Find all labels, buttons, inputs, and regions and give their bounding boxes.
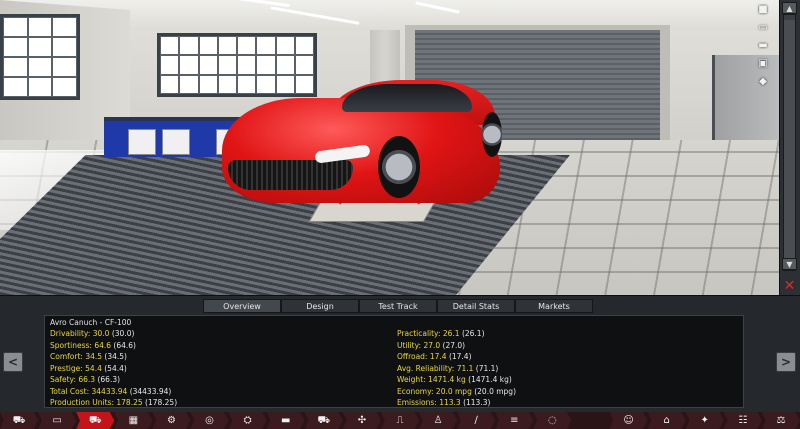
tab-overview[interactable]: Overview	[203, 299, 281, 313]
stat-sportiness: Sportiness: 64.6 (64.6)	[50, 340, 136, 350]
wheels-icon[interactable]: ◎	[190, 412, 229, 429]
dark-segment	[571, 412, 610, 429]
stat-prestige: Prestige: 54.4 (54.4)	[50, 363, 127, 373]
stat-production-units: Production Units: 178.25 (178.25)	[50, 398, 178, 407]
factory-icon[interactable]: ⌂	[647, 412, 686, 429]
rear-wheel	[482, 112, 502, 157]
seat-icon[interactable]: ♙	[419, 412, 458, 429]
stat-comfort: Comfort: 34.5 (34.5)	[50, 352, 127, 361]
chassis-icon[interactable]: ▭	[38, 412, 77, 429]
stat-safety: Safety: 66.3 (66.3)	[50, 375, 121, 384]
suspension-icon[interactable]: ⛭	[228, 412, 267, 429]
front-wheel	[378, 136, 420, 198]
stat-weight: Weight: 1471.4 kg (1471.4 kg)	[397, 375, 512, 384]
rear-window	[157, 33, 317, 97]
steering-icon[interactable]: ✣	[342, 412, 381, 429]
market-icon[interactable]: ☷	[723, 412, 762, 429]
stat-utility: Utility: 27.0 (27.0)	[397, 340, 466, 350]
tuning-icon[interactable]: ≡	[495, 412, 534, 429]
car-name: Avro Canuch - CF-100	[50, 318, 132, 327]
stats-left-column: Drivability: 30.0 (30.0) Sportiness: 64.…	[50, 328, 177, 409]
engineer-icon[interactable]: ☺	[609, 412, 648, 429]
next-button[interactable]: >	[776, 352, 796, 372]
car-body-icon[interactable]: ⛟	[304, 412, 343, 429]
previous-button[interactable]: <	[3, 352, 23, 372]
test-track-icon[interactable]: ◌	[533, 412, 572, 429]
zoom-scroll-thumb[interactable]	[784, 20, 795, 260]
truck-icon[interactable]: ⛟	[0, 412, 39, 429]
stats-right-column: Practicality: 26.1 (26.1) Utility: 27.0 …	[397, 328, 516, 409]
scroll-down-button[interactable]: ▼	[782, 258, 797, 270]
car-front-icon[interactable]: ▭	[752, 22, 774, 34]
car-angle-icon[interactable]: ◆	[752, 76, 774, 88]
bottom-menu-bar: ⛟ ▭ ⛟ ▦ ⚙ ◎ ⛭ ▬ ⛟ ✣ ⎍ ♙ ∕ ≡ ◌ ☺ ⌂ ✦ ☷ ⚖	[0, 412, 800, 429]
tab-design[interactable]: Design	[281, 299, 359, 313]
stat-offroad: Offroad: 17.4 (17.4)	[397, 352, 472, 361]
engine-block-icon[interactable]: ▦	[114, 412, 153, 429]
tab-markets[interactable]: Markets	[515, 299, 593, 313]
tab-test-track[interactable]: Test Track	[359, 299, 437, 313]
gears-icon[interactable]: ✦	[685, 412, 724, 429]
car-top-icon[interactable]: ▣	[752, 58, 774, 70]
camera-view-toolbar: ■ ▭ ▬ ▣ ◆	[752, 4, 778, 94]
interior-icon[interactable]: ⎍	[380, 412, 420, 429]
left-window	[0, 14, 80, 100]
car-model-icon[interactable]: ⛟	[76, 412, 115, 429]
car-side-icon[interactable]: ▬	[752, 40, 774, 52]
car-windshield	[342, 84, 472, 112]
stat-economy: Economy: 20.0 mpg (20.0 mpg)	[397, 386, 516, 396]
body-icon[interactable]: ▬	[266, 412, 305, 429]
camera-icon[interactable]: ■	[752, 4, 774, 16]
stat-drivability: Drivability: 30.0 (30.0)	[50, 329, 135, 338]
stat-avg-reliability: Avg. Reliability: 71.1 (71.1)	[397, 363, 499, 373]
stat-total-cost: Total Cost: 34433.94 (34433.94)	[50, 386, 172, 396]
close-icon[interactable]: ✕	[779, 278, 800, 295]
scroll-up-button[interactable]: ▲	[782, 2, 797, 14]
tab-bar: Overview Design Test Track Detail Stats …	[203, 299, 593, 313]
stat-emissions: Emissions: 113.3 (113.3)	[397, 398, 491, 407]
garage-viewport[interactable]	[0, 0, 779, 295]
balance-icon[interactable]: ⚖	[761, 412, 800, 429]
tab-detail-stats[interactable]: Detail Stats	[437, 299, 515, 313]
gearbox-icon[interactable]: ⚙	[152, 412, 191, 429]
car-grille	[228, 160, 353, 190]
exhaust-icon[interactable]: ∕	[457, 412, 496, 429]
stat-practicality: Practicality: 26.1 (26.1)	[397, 329, 485, 338]
